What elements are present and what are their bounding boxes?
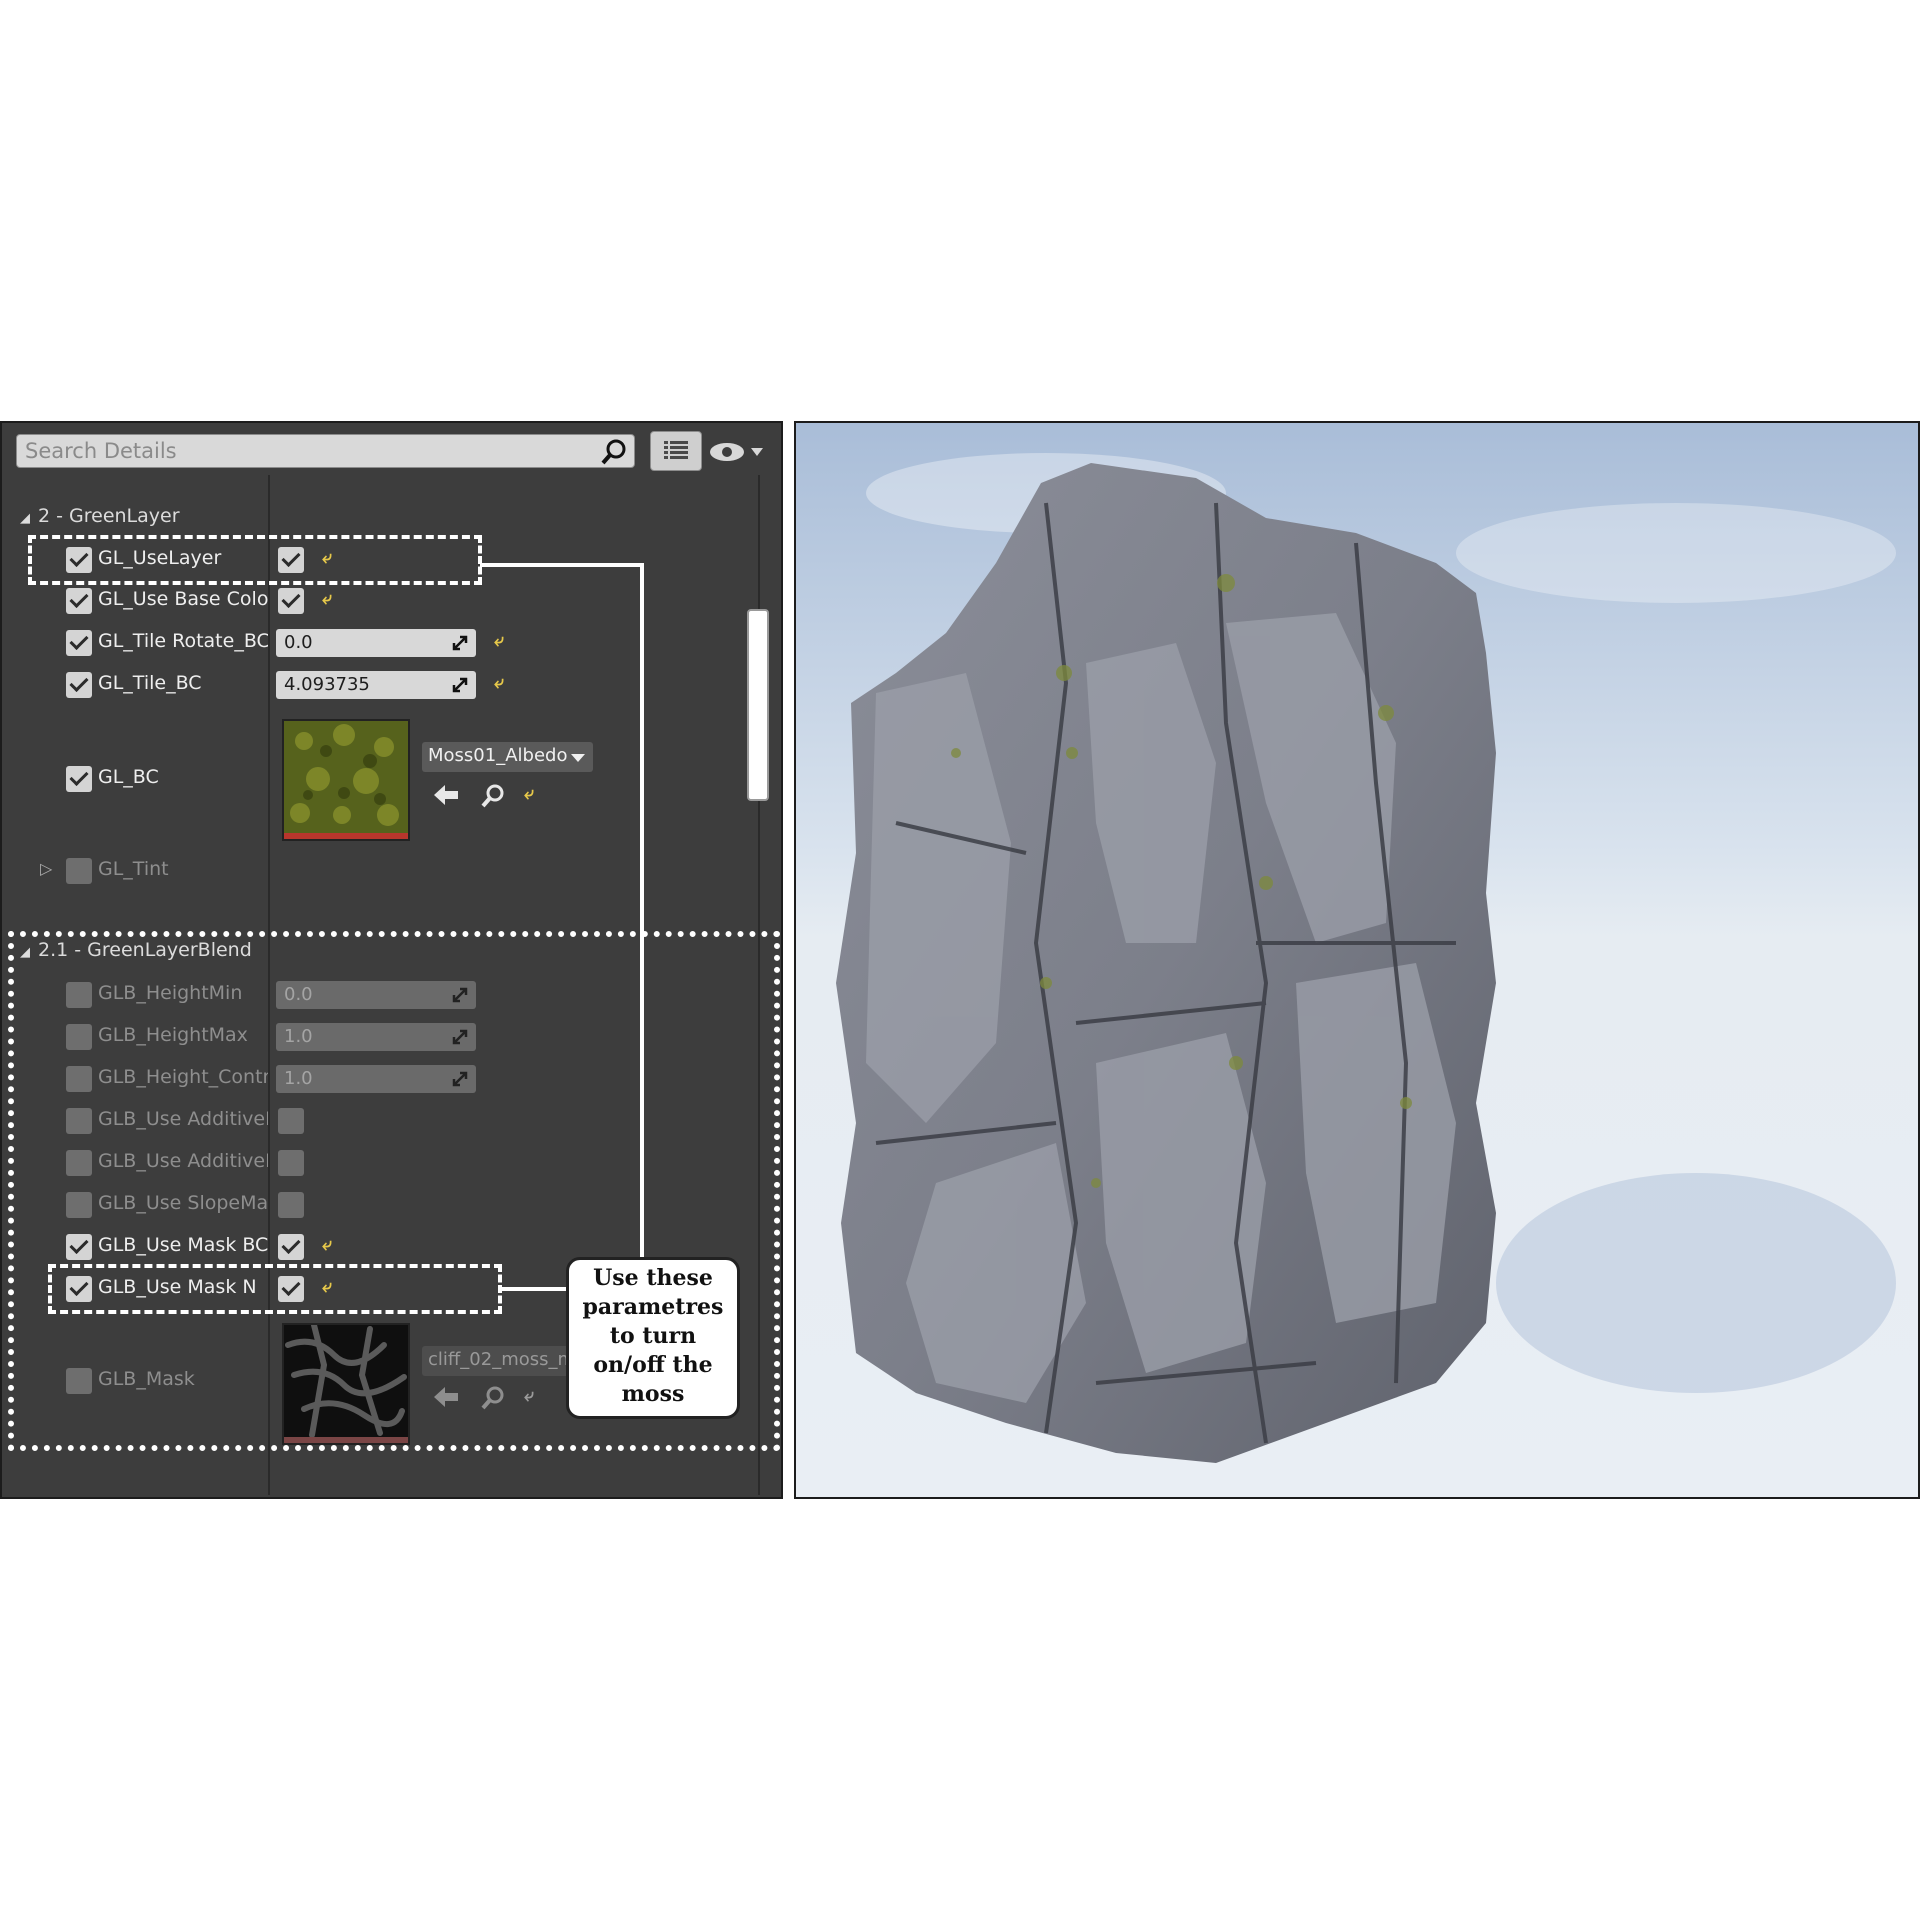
dropdown-caret-icon [571, 754, 586, 762]
expand-arrows-icon [452, 635, 468, 651]
override-checkbox-gl-tile-bc[interactable] [66, 672, 92, 698]
reset-arrow-icon[interactable]: ⤶ [322, 588, 332, 609]
connector-line [480, 563, 644, 567]
search-bar [16, 434, 635, 468]
collapse-triangle-icon: ◢ [20, 511, 30, 526]
param-label-gl-tint: GL_Tint [98, 858, 169, 880]
param-label-gl-bc: GL_BC [98, 766, 159, 788]
annotation-callout: Use these parametres to turn on/off the … [566, 1257, 740, 1419]
param-label-gl-tile-rotate-bc: GL_Tile Rotate_BC [98, 630, 268, 652]
number-field-gl-tile-bc[interactable]: 4.093735 [276, 671, 476, 699]
reset-arrow-icon[interactable]: ⤶ [494, 672, 504, 693]
number-field-gl-tile-rotate-bc[interactable]: 0.0 [276, 629, 476, 657]
section-header-greenlayer[interactable]: ◢ 2 - GreenLayer [20, 505, 180, 527]
override-checkbox-gl-tile-rotate-bc[interactable] [66, 630, 92, 656]
visibility-dropdown[interactable] [707, 435, 773, 469]
eye-icon [707, 443, 773, 473]
search-icon[interactable] [600, 438, 628, 470]
rock-render [796, 423, 1918, 1497]
override-checkbox-gl-use-base-color[interactable] [66, 588, 92, 614]
expand-triangle-icon[interactable]: ▷ [40, 859, 52, 878]
details-panel: ◢2 - GreenLayer GL_UseLayer ⤶ GL_Use Bas… [0, 421, 783, 1499]
reset-arrow-icon[interactable]: ⤶ [524, 783, 534, 804]
highlight-box-gl-uselayer [28, 535, 482, 585]
param-label-gl-tile-bc: GL_Tile_BC [98, 672, 202, 694]
reset-arrow-icon[interactable]: ⤶ [494, 630, 504, 651]
viewport-3d[interactable] [794, 421, 1920, 1499]
view-options-button[interactable] [650, 431, 702, 471]
asset-dropdown-gl-bc[interactable]: Moss01_Albedo [422, 742, 594, 772]
expand-arrows-icon [452, 677, 468, 693]
override-checkbox-gl-tint[interactable] [66, 858, 92, 884]
use-selected-arrow-icon[interactable] [432, 783, 460, 811]
param-label-gl-use-base-color: GL_Use Base Color [98, 588, 268, 610]
list-view-icon [651, 441, 701, 474]
override-checkbox-gl-bc[interactable] [66, 766, 92, 792]
scrollbar-thumb[interactable] [747, 609, 769, 801]
texture-thumbnail-moss-albedo[interactable] [282, 719, 410, 841]
browse-search-icon[interactable] [480, 783, 506, 813]
search-input[interactable] [25, 437, 585, 465]
value-checkbox-gl-use-base-color[interactable] [278, 588, 304, 614]
connector-line [640, 563, 644, 1291]
